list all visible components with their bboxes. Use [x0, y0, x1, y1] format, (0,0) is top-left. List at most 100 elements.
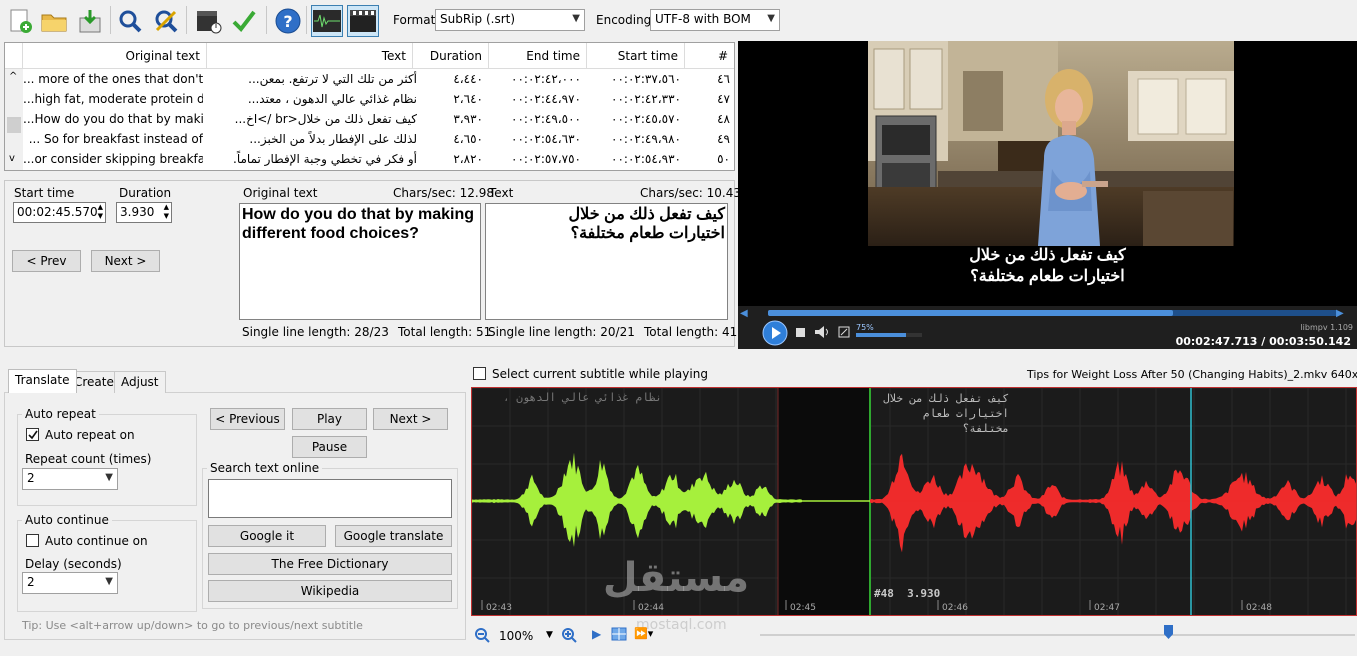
toolbar: ? Format SubRip (.srt) ▼ Encoding UTF-8 w…: [0, 0, 1357, 41]
original-text-box[interactable]: How do you do that by making different f…: [239, 203, 481, 320]
text-total-length: Total length: 41: [644, 325, 738, 339]
spinner-icon[interactable]: ▲ ▼: [164, 203, 169, 221]
tick-label: 02:48: [1246, 603, 1272, 613]
search-online-group-title: Search text online: [207, 461, 323, 475]
google-translate-button[interactable]: Google translate: [335, 525, 452, 547]
translated-text-box[interactable]: كيف تفعل ذلك من خلال اختيارات طعام مختلف…: [485, 203, 728, 320]
cell-number: ٥٠: [717, 152, 730, 166]
table-row[interactable]: ...or consider skipping breakfa أو فكر ف…: [23, 149, 734, 169]
pause-button[interactable]: Pause: [292, 436, 367, 458]
cell-original: ... So for breakfast instead of: [28, 132, 203, 146]
delay-select[interactable]: 2 ▼: [22, 572, 118, 594]
subtitle-grid[interactable]: Original text Text Duration End time Sta…: [4, 42, 735, 171]
video-player[interactable]: كيف تفعل ذلك من خلال اختيارات طعام مختلف…: [738, 41, 1357, 349]
replace-icon[interactable]: [150, 5, 182, 37]
start-time-value: 00:02:45.570: [17, 205, 98, 219]
tick-label: 02:47: [1094, 603, 1120, 613]
save-icon[interactable]: [74, 5, 106, 37]
video-toggle-icon[interactable]: [347, 5, 379, 37]
tick-label: 02:43: [486, 603, 512, 613]
zoom-in-icon[interactable]: [561, 627, 577, 643]
grid-corner: [5, 43, 23, 69]
repeat-count-select[interactable]: 2 ▼: [22, 468, 118, 490]
auto-repeat-checkbox[interactable]: Auto repeat on: [26, 428, 135, 442]
cell-duration: ٢،٨٢٠: [453, 152, 483, 166]
duration-value: 3.930: [120, 205, 155, 219]
table-row[interactable]: ... So for breakfast instead of لذلك على…: [23, 129, 734, 149]
checkbox-unchecked-icon[interactable]: [473, 367, 486, 380]
cell-original: ... more of the ones that don't: [23, 72, 203, 86]
spell-check-icon[interactable]: [228, 5, 260, 37]
volume-icon[interactable]: [814, 325, 830, 339]
next-button[interactable]: Next >: [91, 250, 160, 272]
seek-forward-icon[interactable]: ▶: [1336, 308, 1344, 319]
cell-end: ٠٠:٠٢:٥٧،٧٥٠: [511, 152, 581, 166]
new-file-icon[interactable]: [4, 5, 36, 37]
zoom-out-icon[interactable]: [474, 627, 490, 643]
header-end-time[interactable]: End time: [489, 43, 587, 69]
header-number[interactable]: #: [685, 43, 734, 69]
stop-icon[interactable]: [796, 328, 805, 337]
waveform-toggle-icon[interactable]: [311, 5, 343, 37]
text-label: Text: [489, 186, 514, 200]
spinner-icon[interactable]: ▲ ▼: [98, 203, 103, 221]
play-selection-icon[interactable]: ▶: [592, 627, 601, 641]
start-time-label: Start time: [14, 186, 75, 200]
select-current-checkbox[interactable]: Select current subtitle while playing: [473, 367, 708, 381]
cell-number: ٤٦: [717, 72, 730, 86]
open-folder-icon[interactable]: [38, 5, 70, 37]
duration-input[interactable]: 3.930 ▲ ▼: [116, 202, 172, 223]
play-icon[interactable]: [762, 320, 788, 346]
zoom-level[interactable]: 100%: [499, 629, 533, 643]
scroll-down-icon[interactable]: v: [9, 153, 15, 164]
next-button[interactable]: Next >: [373, 408, 448, 430]
checkbox-unchecked-icon[interactable]: [26, 534, 39, 547]
chevron-down-icon[interactable]: ▼: [546, 630, 553, 640]
waveform-grid-icon[interactable]: [611, 627, 627, 641]
header-start-time[interactable]: Start time: [587, 43, 685, 69]
format-select-value: SubRip (.srt): [440, 12, 516, 26]
table-row-selected[interactable]: ...How do you do that by maki كيف تفعل ذ…: [23, 109, 734, 129]
cell-end: ٠٠:٠٢:٥٤،٦٣٠: [511, 132, 581, 146]
header-duration[interactable]: Duration: [413, 43, 489, 69]
search-text-input[interactable]: [208, 479, 452, 518]
header-text[interactable]: Text: [207, 43, 413, 69]
table-row[interactable]: ...high fat, moderate protein d نظام غذا…: [23, 89, 734, 109]
position-slider[interactable]: [760, 634, 1355, 636]
header-original-text[interactable]: Original text: [23, 43, 207, 69]
format-select[interactable]: SubRip (.srt) ▼: [435, 9, 585, 31]
wikipedia-button[interactable]: Wikipedia: [208, 580, 452, 602]
find-icon[interactable]: [114, 5, 146, 37]
auto-continue-checkbox[interactable]: Auto continue on: [26, 534, 148, 548]
volume-slider-fill: [856, 333, 906, 337]
original-total-length: Total length: 51: [398, 325, 492, 339]
auto-continue-label: Auto continue on: [45, 534, 148, 548]
google-it-button[interactable]: Google it: [208, 525, 326, 547]
table-row[interactable]: ... more of the ones that don't أكثر من …: [23, 69, 734, 89]
tab-adjust[interactable]: Adjust: [114, 371, 166, 393]
checkbox-checked-icon[interactable]: [26, 428, 39, 441]
previous-button[interactable]: < Previous: [210, 408, 285, 430]
chevron-down-icon: ▼: [105, 576, 113, 587]
help-icon[interactable]: ?: [272, 5, 304, 37]
cell-duration: ٤،٤٤٠: [453, 72, 483, 86]
chevron-down-icon: ▼: [767, 13, 775, 24]
fast-forward-icon[interactable]: ⏩▾: [634, 627, 653, 640]
seek-back-icon[interactable]: ◀: [740, 308, 748, 319]
encoding-select[interactable]: UTF-8 with BOM ▼: [650, 9, 780, 31]
fullscreen-icon[interactable]: [838, 326, 850, 338]
cell-duration: ٤،٦٥٠: [453, 132, 483, 146]
position-slider-thumb[interactable]: [1164, 625, 1173, 639]
original-single-line-length: Single line length: 28/23: [242, 325, 389, 339]
prev-button[interactable]: < Prev: [12, 250, 81, 272]
play-button[interactable]: Play: [292, 408, 367, 430]
cell-duration: ٣،٩٣٠: [453, 112, 483, 126]
free-dictionary-button[interactable]: The Free Dictionary: [208, 553, 452, 575]
seek-bar-progress: [768, 310, 1173, 316]
tab-translate[interactable]: Translate: [8, 369, 77, 393]
cell-number: ٤٨: [717, 112, 730, 126]
scroll-up-icon[interactable]: ^: [9, 71, 17, 82]
start-time-input[interactable]: 00:02:45.570 ▲ ▼: [13, 202, 106, 223]
visual-sync-icon[interactable]: [192, 5, 224, 37]
tick-label: 02:46: [942, 603, 968, 613]
